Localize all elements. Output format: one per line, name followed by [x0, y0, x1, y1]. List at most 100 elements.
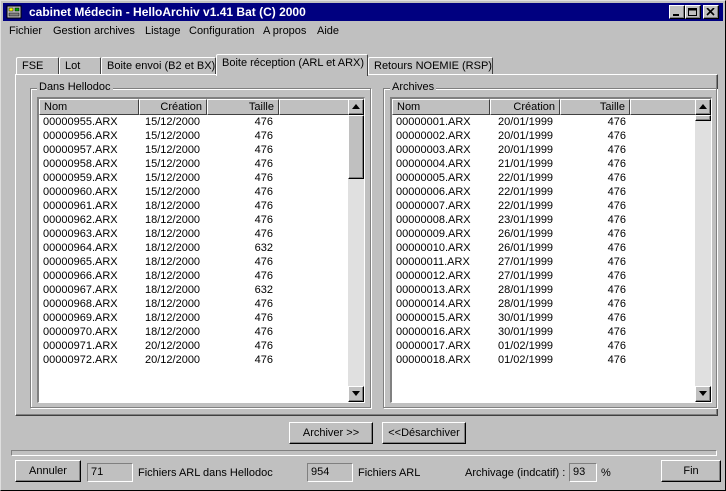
list-dans-hellodoc[interactable]: Nom Création Taille 00000955.ARX 15/12/20… — [37, 97, 365, 403]
vertical-scrollbar[interactable] — [348, 99, 364, 402]
column-creation[interactable]: Création — [490, 99, 560, 115]
close-button[interactable] — [703, 5, 719, 19]
column-nom[interactable]: Nom — [39, 99, 139, 115]
cancel-button[interactable]: Annuler — [15, 460, 81, 482]
scroll-thumb[interactable] — [348, 115, 364, 179]
list-item[interactable]: 00000001.ARX 20/01/1999 476 — [392, 116, 692, 130]
menu-aide[interactable]: Aide — [317, 25, 339, 37]
list-item[interactable]: 00000007.ARX 22/01/1999 476 — [392, 200, 692, 214]
menu-a-propos[interactable]: A propos — [263, 25, 306, 37]
file-size: 476 — [607, 354, 626, 366]
scroll-up-button[interactable] — [695, 99, 711, 115]
column-taille[interactable]: Taille — [207, 99, 279, 115]
scroll-up-button[interactable] — [348, 99, 364, 115]
file-name: 00000970.ARX — [43, 326, 118, 338]
list-item[interactable]: 00000966.ARX 18/12/2000 476 — [39, 270, 339, 284]
list-item[interactable]: 00000971.ARX 20/12/2000 476 — [39, 340, 339, 354]
list-item[interactable]: 00000964.ARX 18/12/2000 632 — [39, 242, 339, 256]
scroll-up-icon — [352, 104, 360, 109]
file-size: 476 — [607, 214, 626, 226]
file-date: 15/12/2000 — [145, 158, 201, 170]
list-item[interactable]: 00000955.ARX 15/12/2000 476 — [39, 116, 339, 130]
scroll-down-button[interactable] — [348, 386, 364, 402]
archive-button[interactable]: Archiver >> — [289, 422, 373, 444]
list-item[interactable]: 00000009.ARX 26/01/1999 476 — [392, 228, 692, 242]
list-item[interactable]: 00000002.ARX 20/01/1999 476 — [392, 130, 692, 144]
menu-configuration[interactable]: Configuration — [189, 25, 254, 37]
list-item[interactable]: 00000972.ARX 20/12/2000 476 — [39, 354, 339, 368]
file-name: 00000012.ARX — [396, 270, 471, 282]
file-size: 632 — [254, 284, 273, 296]
list-item[interactable]: 00000011.ARX 27/01/1999 476 — [392, 256, 692, 270]
tab-boite-reception[interactable]: Boite réception (ARL et ARX) — [216, 54, 368, 76]
file-name: 00000015.ARX — [396, 312, 471, 324]
list-item[interactable]: 00000970.ARX 18/12/2000 476 — [39, 326, 339, 340]
list-item[interactable]: 00000010.ARX 26/01/1999 476 — [392, 242, 692, 256]
file-name: 00000013.ARX — [396, 284, 471, 296]
file-date: 15/12/2000 — [145, 172, 201, 184]
list-item[interactable]: 00000015.ARX 30/01/1999 476 — [392, 312, 692, 326]
finish-button[interactable]: Fin — [661, 460, 721, 482]
list-archives[interactable]: Nom Création Taille 00000001.ARX 20/01/19… — [390, 97, 712, 403]
file-size: 476 — [254, 298, 273, 310]
list-item[interactable]: 00000013.ARX 28/01/1999 476 — [392, 284, 692, 298]
menu-listage[interactable]: Listage — [145, 25, 180, 37]
list-item[interactable]: 00000965.ARX 18/12/2000 476 — [39, 256, 339, 270]
tab-fse[interactable]: FSE — [16, 57, 59, 75]
list-item[interactable]: 00000003.ARX 20/01/1999 476 — [392, 144, 692, 158]
column-nom[interactable]: Nom — [392, 99, 490, 115]
list-item[interactable]: 00000006.ARX 22/01/1999 476 — [392, 186, 692, 200]
title-bar[interactable]: cabinet Médecin - HelloArchiv v1.41 Bat … — [3, 3, 723, 21]
menu-fichier[interactable]: Fichier — [9, 25, 42, 37]
minimize-button[interactable] — [669, 5, 685, 19]
list-item[interactable]: 00000957.ARX 15/12/2000 476 — [39, 144, 339, 158]
minimize-icon — [673, 14, 679, 16]
list-item[interactable]: 00000959.ARX 15/12/2000 476 — [39, 172, 339, 186]
file-size: 476 — [607, 298, 626, 310]
list-item[interactable]: 00000018.ARX 01/02/1999 476 — [392, 354, 692, 368]
list-item[interactable]: 00000967.ARX 18/12/2000 632 — [39, 284, 339, 298]
group-label-archives: Archives — [390, 81, 437, 93]
list-item[interactable]: 00000962.ARX 18/12/2000 476 — [39, 214, 339, 228]
file-date: 27/01/1999 — [498, 270, 554, 282]
vertical-scrollbar[interactable] — [695, 99, 711, 402]
list-item[interactable]: 00000012.ARX 27/01/1999 476 — [392, 270, 692, 284]
list-item[interactable]: 00000963.ARX 18/12/2000 476 — [39, 228, 339, 242]
scroll-thumb[interactable] — [695, 115, 711, 121]
list-item[interactable]: 00000961.ARX 18/12/2000 476 — [39, 200, 339, 214]
column-creation[interactable]: Création — [139, 99, 207, 115]
unarchive-button[interactable]: <<Désarchiver — [382, 422, 466, 444]
file-date: 20/01/1999 — [498, 130, 554, 142]
group-dans-hellodoc: Dans Hellodoc Nom Création Taille 000009… — [30, 81, 371, 408]
list-item[interactable]: 00000008.ARX 23/01/1999 476 — [392, 214, 692, 228]
archiving-label: Archivage (indcatif) : — [465, 467, 566, 479]
list-item[interactable]: 00000016.ARX 30/01/1999 476 — [392, 326, 692, 340]
menu-gestion-archives[interactable]: Gestion archives — [53, 25, 135, 37]
list-item[interactable]: 00000968.ARX 18/12/2000 476 — [39, 298, 339, 312]
file-size: 476 — [254, 158, 273, 170]
scroll-down-icon — [352, 391, 360, 396]
tab-panel-boite-reception: Dans Hellodoc Nom Création Taille 000009… — [15, 74, 718, 416]
list-item[interactable]: 00000956.ARX 15/12/2000 476 — [39, 130, 339, 144]
tab-retours-noemie[interactable]: Retours NOEMIE (RSP) — [368, 57, 493, 75]
list-item[interactable]: 00000017.ARX 01/02/1999 476 — [392, 340, 692, 354]
scroll-down-icon — [699, 391, 707, 396]
column-taille[interactable]: Taille — [560, 99, 630, 115]
list-item[interactable]: 00000004.ARX 21/01/1999 476 — [392, 158, 692, 172]
scroll-down-button[interactable] — [695, 386, 711, 402]
file-date: 18/12/2000 — [145, 270, 201, 282]
list-item[interactable]: 00000969.ARX 18/12/2000 476 — [39, 312, 339, 326]
file-name: 00000963.ARX — [43, 228, 118, 240]
file-date: 15/12/2000 — [145, 116, 201, 128]
file-size: 476 — [254, 186, 273, 198]
list-item[interactable]: 00000958.ARX 15/12/2000 476 — [39, 158, 339, 172]
list-item[interactable]: 00000005.ARX 22/01/1999 476 — [392, 172, 692, 186]
list-item[interactable]: 00000014.ARX 28/01/1999 476 — [392, 298, 692, 312]
file-size: 476 — [254, 340, 273, 352]
file-name: 00000004.ARX — [396, 158, 471, 170]
list-item[interactable]: 00000960.ARX 15/12/2000 476 — [39, 186, 339, 200]
tab-boite-envoi[interactable]: Boite envoi (B2 et BX) — [101, 57, 216, 75]
tab-lot[interactable]: Lot — [59, 57, 101, 75]
file-date: 18/12/2000 — [145, 256, 201, 268]
maximize-button[interactable] — [685, 5, 701, 19]
